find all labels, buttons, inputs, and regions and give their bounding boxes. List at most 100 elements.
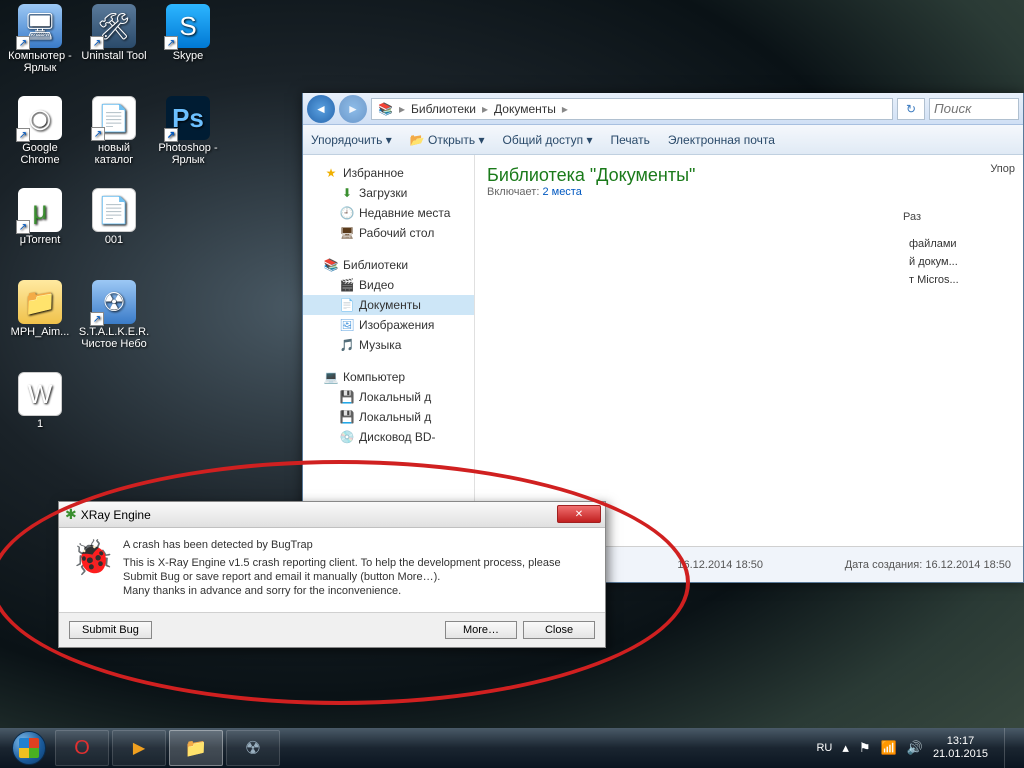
app-icon: 🖥↗ (18, 4, 62, 48)
explorer-sidebar: ★Избранное⬇Загрузки🕘Недавние места🖥Рабоч… (303, 155, 475, 546)
dialog-close-button[interactable]: ✕ (557, 505, 601, 523)
desktop-icon[interactable]: ◉↗Google Chrome (4, 96, 76, 182)
arrange-label: Упор (990, 163, 1015, 175)
breadcrumb[interactable]: 📚 ▸ Библиотеки ▸ Документы ▸ (371, 98, 893, 120)
start-button[interactable] (6, 730, 52, 766)
shortcut-overlay-icon: ↗ (16, 220, 30, 234)
chevron-right-icon: ▸ (562, 102, 568, 116)
desktop-icon[interactable]: 📁MPH_Aim... (4, 280, 76, 366)
desktop-icon[interactable]: Ps↗Photoshop - Ярлык (152, 96, 224, 182)
icon-label: 001 (105, 234, 123, 246)
submit-bug-button[interactable]: Submit Bug (69, 621, 152, 639)
dialog-titlebar[interactable]: ✱ XRay Engine ✕ (59, 502, 605, 528)
desktop-icon[interactable]: ☢↗S.T.A.L.K.E.R. Чистое Небо (78, 280, 150, 366)
desktop-icon[interactable]: W1 (4, 372, 76, 458)
volume-icon[interactable]: 🔊 (907, 740, 923, 756)
explorer-navbar: ◄ ► 📚 ▸ Библиотеки ▸ Документы ▸ ↻ (303, 93, 1023, 125)
sidebar-group[interactable]: 💻Компьютер (303, 367, 474, 387)
desktop-icon[interactable]: S↗Skype (152, 4, 224, 90)
icon-label: Uninstall Tool (81, 50, 146, 62)
more-button[interactable]: More… (445, 621, 517, 639)
system-tray: RU ▴ ⚑ 📶 🔊 13:17 21.01.2015 (816, 728, 1018, 768)
language-indicator[interactable]: RU (816, 742, 832, 754)
taskbar: O ▶ 📁 ☢ RU ▴ ⚑ 📶 🔊 13:17 21.01.2015 (0, 728, 1024, 768)
desktop-icon[interactable]: 📄001 (78, 188, 150, 274)
dialog-title: XRay Engine (81, 508, 151, 522)
crumb[interactable]: Документы (494, 102, 556, 116)
taskbar-opera[interactable]: O (55, 730, 109, 766)
app-icon: ◉↗ (18, 96, 62, 140)
vid-icon: 🎬 (339, 277, 355, 293)
app-icon: Ps↗ (166, 96, 210, 140)
search-input[interactable] (929, 98, 1019, 120)
sidebar-item[interactable]: 🖥Рабочий стол (303, 223, 474, 243)
sidebar-item[interactable]: 💾Локальный д (303, 407, 474, 427)
icon-label: 1 (37, 418, 43, 430)
file-type-fragment: й докум... (909, 253, 1019, 271)
icon-label: Photoshop - Ярлык (152, 142, 224, 166)
sidebar-item[interactable]: 💿Дисковод BD- (303, 427, 474, 447)
sidebar-item[interactable]: 🖼Изображения (303, 315, 474, 335)
toolbar-item[interactable]: Печать (611, 133, 650, 147)
nav-back-button[interactable]: ◄ (307, 95, 335, 123)
comp-icon: 💻 (323, 369, 339, 385)
nav-forward-button[interactable]: ► (339, 95, 367, 123)
toolbar-item[interactable]: Электронная почта (668, 133, 775, 147)
lib-icon: 📚 (323, 257, 339, 273)
icon-label: μTorrent (20, 234, 61, 246)
taskbar-stalker[interactable]: ☢ (226, 730, 280, 766)
clock[interactable]: 13:17 21.01.2015 (933, 735, 988, 761)
desktop-icon[interactable]: 🖥↗Компьютер - Ярлык (4, 4, 76, 90)
column-header-size[interactable]: Раз (903, 211, 1023, 223)
sidebar-group[interactable]: ★Избранное (303, 163, 474, 183)
explorer-content: Библиотека "Документы" Включает: 2 места… (475, 155, 1023, 546)
mus-icon: 🎵 (339, 337, 355, 353)
rec-icon: 🕘 (339, 205, 355, 221)
bug-icon: 🐞 (73, 538, 113, 578)
app-icon: 🛠↗ (92, 4, 136, 48)
desk-icon: 🖥 (339, 225, 355, 241)
toolbar-item[interactable]: Общий доступ ▾ (503, 133, 593, 147)
desktop-icon[interactable]: 📄↗новый каталог (78, 96, 150, 182)
dl-icon: ⬇ (339, 185, 355, 201)
file-list-fragment: файламий докум...т Micros... (909, 235, 1019, 289)
taskbar-mediaplayer[interactable]: ▶ (112, 730, 166, 766)
dialog-buttons: Submit Bug More… Close (59, 612, 605, 647)
desktop-icons: 🖥↗Компьютер - Ярлык 🛠↗ Uninstall Tool S↗Sky… (4, 4, 224, 458)
crumb[interactable]: Библиотеки (411, 102, 476, 116)
sidebar-item[interactable]: 🎵Музыка (303, 335, 474, 355)
sidebar-group[interactable]: 📚Библиотеки (303, 255, 474, 275)
sidebar-item[interactable]: ⬇Загрузки (303, 183, 474, 203)
refresh-button[interactable]: ↻ (897, 98, 925, 120)
flag-icon[interactable]: ⚑ (859, 740, 871, 756)
desktop-icon[interactable]: 🛠↗ Uninstall Tool (78, 4, 150, 90)
shortcut-overlay-icon: ↗ (164, 36, 178, 50)
star-icon: ★ (323, 165, 339, 181)
toolbar-item[interactable]: 📂 Открыть ▾ (410, 133, 485, 147)
icon-label: Skype (173, 50, 204, 62)
app-icon: ☢↗ (92, 280, 136, 324)
shortcut-overlay-icon: ↗ (16, 128, 30, 142)
dvd-icon: 💿 (339, 429, 355, 445)
sidebar-item[interactable]: 🕘Недавние места (303, 203, 474, 223)
icon-label: Google Chrome (4, 142, 76, 166)
tray-chevron-icon[interactable]: ▴ (842, 740, 849, 756)
network-icon[interactable]: 📶 (881, 740, 897, 756)
close-button[interactable]: Close (523, 621, 595, 639)
desktop-icon[interactable]: μ↗μTorrent (4, 188, 76, 274)
dialog-message: A crash has been detected by BugTrap Thi… (123, 538, 591, 598)
library-title: Библиотека "Документы" (483, 159, 1015, 186)
img-icon: 🖼 (339, 317, 355, 333)
sidebar-item[interactable]: 💾Локальный д (303, 387, 474, 407)
show-desktop-button[interactable] (1004, 728, 1014, 768)
shortcut-overlay-icon: ↗ (164, 128, 178, 142)
sidebar-item[interactable]: 🎬Видео (303, 275, 474, 295)
library-subtitle: Включает: 2 места (483, 186, 1015, 206)
icon-label: MPH_Aim... (11, 326, 70, 338)
library-locations-link[interactable]: 2 места (542, 186, 581, 198)
shortcut-overlay-icon: ↗ (90, 36, 104, 50)
toolbar-item[interactable]: Упорядочить ▾ (311, 133, 392, 147)
taskbar-explorer[interactable]: 📁 (169, 730, 223, 766)
sidebar-item[interactable]: 📄Документы (303, 295, 474, 315)
shortcut-overlay-icon: ↗ (91, 127, 105, 141)
